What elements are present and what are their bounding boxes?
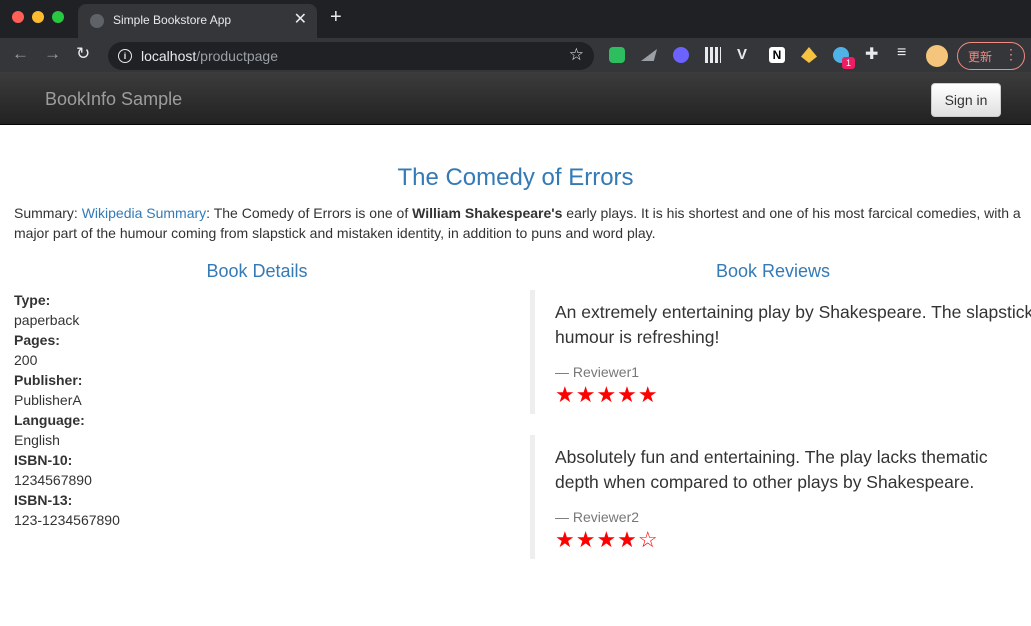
review-text: An extremely entertaining play by Shakes… xyxy=(555,302,1031,347)
summary-text: : The Comedy of Errors is one of xyxy=(206,205,413,221)
detail-label-isbn10: ISBN-10: xyxy=(14,452,73,468)
review-blockquote: Absolutely fun and entertaining. The pla… xyxy=(530,435,1031,559)
evernote-extension-icon[interactable] xyxy=(609,47,625,63)
star-rating: ★★★★★ xyxy=(555,382,659,407)
detail-label-pages: Pages: xyxy=(14,332,60,348)
summary-author: William Shakespeare's xyxy=(412,205,563,221)
wikipedia-summary-link[interactable]: Wikipedia Summary xyxy=(82,205,206,221)
update-button[interactable]: 更新 ⋮ xyxy=(957,42,1025,70)
book-summary: Summary: Wikipedia Summary: The Comedy o… xyxy=(14,203,1024,243)
info-icon[interactable]: i xyxy=(118,49,132,63)
detail-value-publisher: PublisherA xyxy=(14,392,82,408)
url-text: localhost/productpage xyxy=(141,48,278,64)
kite-extension-icon[interactable] xyxy=(641,49,657,61)
address-bar[interactable]: i localhost/productpage ☆ xyxy=(108,42,594,70)
url-host: localhost xyxy=(141,48,197,64)
app-navbar: BookInfo Sample Sign in xyxy=(0,72,1031,125)
profile-avatar[interactable] xyxy=(926,45,948,67)
review-text: Absolutely fun and entertaining. The pla… xyxy=(555,447,988,492)
book-details-list: Type: paperback Pages: 200 Publisher: Pu… xyxy=(14,290,120,530)
browser-toolbar: ← → ↻ i localhost/productpage ☆ V N 1 ✚ … xyxy=(0,38,1031,72)
update-label: 更新 xyxy=(968,50,993,64)
detail-value-pages: 200 xyxy=(14,352,38,368)
detail-label-type: Type: xyxy=(14,292,51,308)
detail-label-language: Language: xyxy=(14,412,85,428)
leaf-extension-icon[interactable] xyxy=(801,47,817,63)
star-rating: ★★★★☆ xyxy=(555,527,659,552)
detail-value-isbn13: 123-1234567890 xyxy=(14,512,120,528)
detail-value-isbn10: 1234567890 xyxy=(14,472,92,488)
back-arrow-icon[interactable]: ← xyxy=(12,44,29,64)
review-blockquote: An extremely entertaining play by Shakes… xyxy=(530,290,1031,414)
media-list-icon[interactable]: ≡ xyxy=(897,44,913,61)
checkmark-extension-icon[interactable] xyxy=(673,47,689,63)
more-menu-icon[interactable]: ⋮ xyxy=(1004,46,1018,63)
qr-code-extension-icon[interactable] xyxy=(705,47,721,63)
review-author: — Reviewer2 xyxy=(555,509,640,525)
forward-arrow-icon[interactable]: → xyxy=(44,44,61,64)
vue-extension-icon[interactable]: V xyxy=(737,46,753,63)
detail-label-isbn13: ISBN-13: xyxy=(14,492,73,508)
url-path: /productpage xyxy=(196,48,278,64)
tab-title: Simple Bookstore App xyxy=(113,13,232,27)
bookmark-star-icon[interactable]: ☆ xyxy=(569,45,584,65)
review-author: — Reviewer1 xyxy=(555,364,640,380)
browser-tab[interactable]: Simple Bookstore App ✕ xyxy=(78,4,317,38)
detail-value-type: paperback xyxy=(14,312,80,328)
book-title: The Comedy of Errors xyxy=(397,164,634,191)
summary-prefix: Summary: xyxy=(14,205,82,221)
detail-value-language: English xyxy=(14,432,60,448)
book-details-heading: Book Details xyxy=(206,261,308,281)
window-minimize-button[interactable] xyxy=(32,11,44,23)
new-tab-button[interactable]: + xyxy=(330,6,342,29)
window-maximize-button[interactable] xyxy=(52,11,64,23)
detail-label-publisher: Publisher: xyxy=(14,372,83,388)
brand-link[interactable]: BookInfo Sample xyxy=(45,89,182,110)
browser-tab-bar: Simple Bookstore App ✕ + xyxy=(0,0,1031,38)
book-reviews-heading: Book Reviews xyxy=(715,261,831,281)
reload-icon[interactable]: ↻ xyxy=(76,44,90,64)
notion-extension-icon[interactable]: N xyxy=(769,47,785,63)
window-close-button[interactable] xyxy=(12,11,24,23)
puzzle-extensions-icon[interactable]: ✚ xyxy=(865,44,881,63)
globe-icon xyxy=(90,14,104,28)
extension-badge: 1 xyxy=(842,57,855,69)
close-tab-icon[interactable]: ✕ xyxy=(294,9,307,29)
sign-in-button[interactable]: Sign in xyxy=(931,83,1001,117)
